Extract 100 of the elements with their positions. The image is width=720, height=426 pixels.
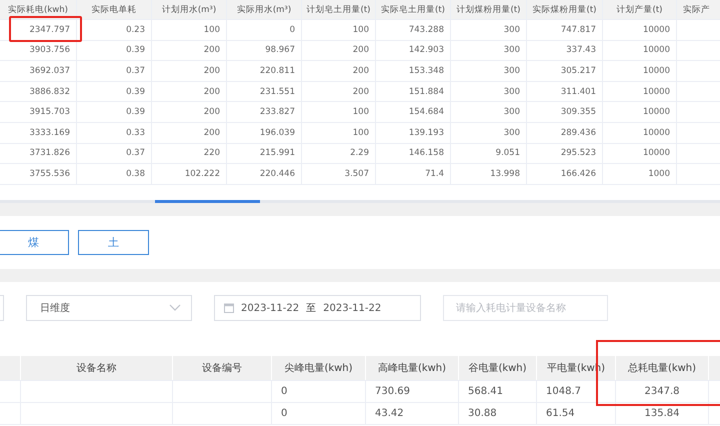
table-cell: 295.523: [560, 148, 596, 158]
table-cell: 0: [281, 386, 288, 397]
table-cell: 13.998: [490, 168, 520, 179]
column-header: 计划用水(m³): [162, 4, 216, 16]
table-cell: 300: [504, 45, 520, 56]
table-cell: 100: [204, 24, 220, 35]
chevron-down-icon: [169, 304, 181, 312]
table-cell: 730.69: [375, 386, 410, 397]
column-header: 实际产: [683, 4, 710, 16]
column-header: 计划皂土用量(t): [306, 4, 370, 16]
table-cell: 2347.8: [644, 386, 680, 397]
table-cell: 0.38: [126, 168, 145, 179]
table-cell: 300: [504, 24, 520, 35]
dimension-select[interactable]: 日维度: [26, 295, 192, 321]
table-cell: 311.401: [560, 86, 596, 97]
table-cell: 102.222: [184, 168, 220, 179]
table-cell: 0.39: [126, 86, 145, 97]
table-cell: 215.991: [260, 148, 295, 158]
table-cell: 3.507: [344, 168, 369, 179]
column-header: 实际煤粉用量(t): [532, 4, 596, 16]
table-cell: 71.4: [425, 168, 444, 179]
table-cell: 200: [352, 66, 369, 76]
table-cell: 200: [204, 128, 220, 138]
input-field[interactable]: [0, 295, 4, 321]
table-cell: 200: [204, 45, 220, 56]
table-cell: 0: [290, 24, 295, 35]
table-cell: 139.193: [408, 128, 444, 138]
table-cell: 10000: [642, 148, 670, 158]
table-cell: 0.39: [126, 107, 145, 118]
table-cell: 300: [504, 66, 520, 76]
column-header: 谷电量(kwh): [468, 362, 527, 375]
table-cell: 200: [204, 66, 220, 76]
table-cell: 151.884: [408, 86, 444, 97]
table-cell: 30.88: [468, 408, 497, 419]
table-cell: 10000: [642, 107, 670, 118]
category-button[interactable]: 煤: [0, 230, 69, 255]
table-cell: 200: [204, 107, 220, 118]
column-header: 实际电单耗: [92, 4, 136, 16]
table-cell: 2347.797: [29, 24, 70, 35]
table-cell: 98.967: [265, 45, 295, 56]
table-cell: 142.903: [408, 45, 444, 56]
table-cell: 135.84: [644, 408, 680, 419]
table-cell: 231.551: [260, 86, 295, 97]
calendar-icon: [224, 303, 234, 313]
column-header: 设备名称: [76, 362, 116, 375]
table-cell: 220: [204, 148, 220, 158]
table-cell: 568.41: [468, 386, 503, 397]
table-cell: 9.051: [496, 148, 520, 158]
table-cell: 154.684: [408, 107, 444, 118]
table-cell: 0.23: [126, 24, 145, 35]
search-field[interactable]: 请输入耗电计量设备名称: [443, 295, 608, 321]
table-cell: 146.158: [408, 148, 444, 158]
column-header: 实际用水(m³): [236, 4, 292, 16]
table-cell: 3333.169: [29, 128, 70, 138]
table-cell: 166.426: [560, 168, 596, 179]
table-cell: 309.355: [560, 107, 596, 118]
table-cell: 100: [352, 107, 369, 118]
table-cell: 220.811: [260, 66, 295, 76]
table-cell: 337.43: [566, 45, 596, 56]
column-header: 总耗电量(kwh): [628, 362, 696, 375]
column-header: 设备编号: [202, 362, 242, 375]
table-cell: 0.37: [126, 66, 145, 76]
date-range-picker[interactable]: 2023-11-22 至 2023-11-22: [214, 295, 421, 321]
table-cell: 0.37: [126, 148, 145, 158]
table-cell: 743.288: [408, 24, 444, 35]
table-cell: 10000: [642, 24, 670, 35]
table-cell: 10000: [642, 128, 670, 138]
table-cell: 200: [352, 86, 369, 97]
table-cell: 61.54: [546, 408, 575, 419]
table-cell: 3915.703: [29, 107, 70, 118]
table-cell: 3886.832: [29, 86, 70, 97]
table-cell: 233.827: [260, 107, 295, 118]
table-cell: 3731.826: [29, 148, 70, 158]
table-cell: 100: [352, 24, 369, 35]
table-cell: 747.817: [560, 24, 596, 35]
table-cell: 300: [504, 107, 520, 118]
table-cell: 1000: [648, 168, 670, 179]
table-cell: 3692.037: [29, 66, 70, 76]
category-button[interactable]: 土: [78, 230, 149, 255]
column-header: 尖峰电量(kwh): [284, 362, 353, 375]
table-cell: 200: [352, 45, 369, 56]
table-cell: 43.42: [375, 408, 404, 419]
table-cell: 10000: [642, 66, 670, 76]
table-cell: 300: [504, 128, 520, 138]
table-cell: 0.33: [126, 128, 145, 138]
table-cell: 300: [504, 86, 520, 97]
table-cell: 0: [281, 408, 288, 419]
table-cell: 100: [352, 128, 369, 138]
table-cell: 3903.756: [29, 45, 70, 56]
column-header: 实际皂土用量(t): [381, 4, 445, 16]
table-cell: 305.217: [560, 66, 596, 76]
table-cell: 200: [204, 86, 220, 97]
column-header: 实际耗电(kwh): [8, 4, 68, 16]
column-header: 计划产量(t): [616, 4, 662, 16]
table-cell: 196.039: [260, 128, 295, 138]
table-cell: 2.29: [350, 148, 369, 158]
column-header: 高峰电量(kwh): [378, 362, 446, 375]
table-cell: 10000: [642, 45, 670, 56]
table-cell: 3755.536: [29, 168, 70, 179]
scrollbar-thumb[interactable]: [155, 200, 260, 203]
